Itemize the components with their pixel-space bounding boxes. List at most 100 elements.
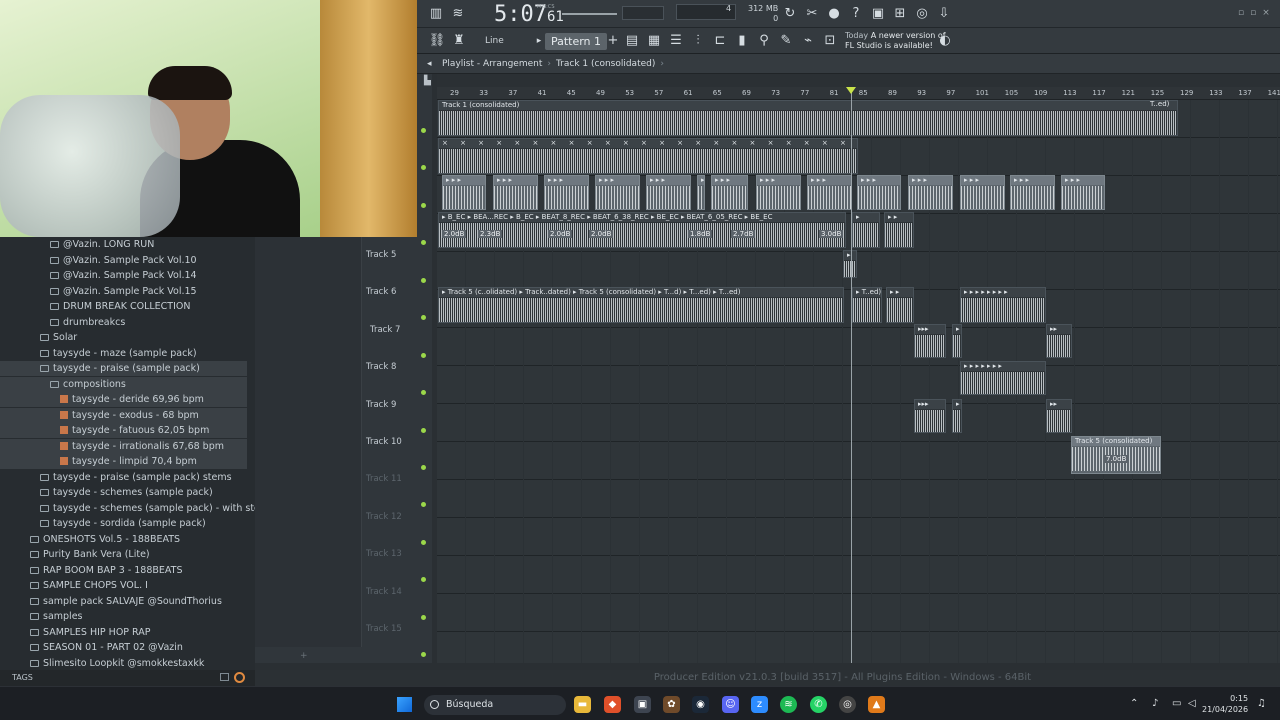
audio-clip[interactable]: ▸ ▸ ▸	[493, 175, 538, 210]
shortcut-icon[interactable]: ⌁	[799, 32, 817, 50]
audio-clip[interactable]: ▸ ▸ ▸ ▸ ▸ ▸ ▸	[960, 361, 1046, 395]
audio-clip[interactable]: ▸▸	[1046, 324, 1072, 358]
audio-clip[interactable]: ▸ ▸ ▸	[646, 175, 691, 210]
cart-icon[interactable]: ⊡	[821, 32, 839, 50]
obs-icon[interactable]: ◎	[839, 696, 856, 713]
audio-clip[interactable]: ▸ ▸ ▸ ▸ ▸ ▸ ▸ ▸	[960, 287, 1046, 323]
audio-clip[interactable]: ▸ ▸ ▸	[1061, 175, 1105, 210]
audio-clip[interactable]: ▸ ▸ ▸	[756, 175, 801, 210]
audio-clip[interactable]: ▸	[843, 250, 857, 278]
track-name[interactable]: Track 8	[366, 362, 396, 372]
audio-clip[interactable]: × × × × × × × × × × × × × × × × × × × × …	[438, 138, 858, 174]
browser-folder[interactable]: Slimesito Loopkit @smokkestaxkk	[0, 656, 247, 671]
download-icon[interactable]: ⇩	[935, 5, 953, 23]
playlist-arrow-icon[interactable]: ◂	[427, 54, 432, 74]
track-active-led[interactable]	[421, 465, 426, 470]
track-active-led[interactable]	[421, 165, 426, 170]
audio-clip[interactable]: ▸ ▸ ▸	[711, 175, 748, 210]
playhead[interactable]	[851, 87, 852, 663]
add-pattern-icon[interactable]: +	[604, 32, 622, 50]
add-track-icon[interactable]: +	[300, 651, 308, 661]
wave-icon[interactable]: ≋	[449, 5, 467, 23]
track-name[interactable]: Track 14	[366, 587, 402, 597]
track-active-led[interactable]	[421, 352, 426, 358]
help-icon[interactable]: ?	[847, 5, 865, 23]
master-pitch[interactable]	[622, 6, 664, 20]
menu-icon[interactable]: ▥	[427, 5, 445, 23]
browser-folder[interactable]: @Vazin. Sample Pack Vol.15	[0, 284, 247, 299]
browser-folder[interactable]: SEASON 01 - PART 02 @Vazin	[0, 640, 247, 655]
volume-icon[interactable]: ◁	[1188, 698, 1196, 709]
save-icon[interactable]: ▣	[869, 5, 887, 23]
track-name[interactable]: Track 13	[366, 549, 402, 559]
notification-icon[interactable]: ♫	[1257, 698, 1266, 709]
snap-icon[interactable]: ▙	[424, 76, 431, 86]
track-name[interactable]: Track 5	[366, 250, 396, 260]
browser-audio-file[interactable]: taysyde - limpid 70,4 bpm	[0, 454, 247, 469]
brush-icon[interactable]: ✎	[777, 32, 795, 50]
plugin-icon[interactable]: ⚲	[755, 32, 773, 50]
browser-folder[interactable]: taysyde - maze (sample pack)	[0, 346, 247, 361]
taskbar-clock[interactable]: 0:15 21/04/2026	[1202, 693, 1248, 715]
browser-folder[interactable]: RAP BOOM BAP 3 - 188BEATS	[0, 563, 247, 578]
pattern-selector[interactable]: Pattern 1	[545, 33, 607, 50]
track-name[interactable]: Track 12	[366, 512, 402, 522]
brave-icon[interactable]: ◆	[604, 696, 621, 713]
browser-audio-file[interactable]: taysyde - fatuous 62,05 bpm	[0, 423, 247, 438]
audio-clip[interactable]: ▸▸▸	[914, 324, 946, 358]
track-name[interactable]: Track 7	[370, 325, 400, 335]
update-icon[interactable]: ◐	[936, 32, 954, 50]
network-icon[interactable]: ▭	[1172, 698, 1181, 709]
browser-folder[interactable]: compositions	[0, 376, 247, 392]
mic-tray-icon[interactable]: ♪	[1152, 698, 1158, 709]
track-name[interactable]: Track 10	[366, 437, 402, 447]
audio-clip[interactable]: ▸ ▸ ▸	[960, 175, 1005, 210]
mixer-sliders-icon[interactable]: ⫶	[689, 32, 707, 50]
fl-studio-icon[interactable]: ✿	[663, 696, 680, 713]
store-icon[interactable]: ▣	[634, 696, 651, 713]
audio-clip[interactable]: ▸	[952, 399, 962, 433]
track-active-led[interactable]	[421, 539, 426, 545]
browser-folder[interactable]: taysyde - praise (sample pack)	[0, 361, 247, 376]
track-name[interactable]: Track 6	[366, 287, 396, 297]
search-icon[interactable]	[234, 672, 245, 683]
master-volume-slider[interactable]	[562, 13, 617, 15]
audio-clip[interactable]: ▸ T..ed)	[852, 287, 882, 323]
track-active-led[interactable]	[421, 652, 426, 657]
audio-clip[interactable]: ▸ ▸ ▸	[807, 175, 852, 210]
browser-folder[interactable]: ONESHOTS Vol.5 - 188BEATS	[0, 532, 247, 547]
audio-clip[interactable]: ▸	[852, 212, 880, 248]
audio-clip[interactable]: ▸ ▸	[884, 212, 914, 248]
track-active-led[interactable]	[421, 128, 426, 133]
audio-clip[interactable]: ▸ ▸ ▸	[908, 175, 953, 210]
windows-start-icon[interactable]	[397, 697, 412, 712]
audio-clip[interactable]: ▸▸	[1046, 399, 1072, 433]
audio-clip[interactable]: ▸▸▸	[914, 399, 946, 433]
playhead-marker-icon[interactable]	[846, 87, 856, 94]
audio-clip[interactable]: ▸ ▸ ▸	[544, 175, 589, 210]
track-name[interactable]: Track 11	[366, 474, 402, 484]
channel-rack-icon[interactable]: ▦	[645, 32, 663, 50]
mixer-icon[interactable]: ⊞	[891, 5, 909, 23]
snap-mode-select[interactable]: Line	[485, 36, 504, 46]
taskbar-search[interactable]: Búsqueda	[424, 695, 566, 715]
window-controls[interactable]: ▫▫×	[1238, 8, 1276, 18]
audio-clip[interactable]: ▸	[952, 324, 962, 358]
news-panel[interactable]: Today A newer version of FL Studio is av…	[845, 31, 946, 51]
browser-audio-file[interactable]: taysyde - irrationalis 67,68 bpm	[0, 438, 247, 454]
browser-audio-file[interactable]: taysyde - exodus - 68 bpm	[0, 407, 247, 423]
audio-clip[interactable]: ▸ ▸ ▸	[595, 175, 640, 210]
steam-icon[interactable]: ◉	[692, 696, 709, 713]
track-active-led[interactable]	[421, 278, 426, 283]
mic-icon[interactable]: ●	[825, 5, 843, 23]
audio-clip[interactable]: Track 1 (consolidated)	[438, 100, 1178, 136]
discord-icon[interactable]: ☺	[722, 696, 739, 713]
audio-clip[interactable]: ▸ ▸	[886, 287, 914, 323]
browser-folder[interactable]: SAMPLE CHOPS VOL. I	[0, 578, 247, 593]
browser-folder[interactable]: @Vazin. LONG RUN	[0, 237, 247, 252]
time-ruler[interactable]: 29 33 37 41 45 49 53 57 61 65 69 73 77 81 85 89 93 97 101 1…	[437, 87, 1280, 100]
track-name[interactable]: Track 15	[366, 624, 402, 634]
browser-audio-file[interactable]: taysyde - deride 69,96 bpm	[0, 392, 247, 407]
track-active-led[interactable]	[421, 427, 426, 433]
playlist-overview-scrollbar[interactable]	[437, 74, 1280, 87]
